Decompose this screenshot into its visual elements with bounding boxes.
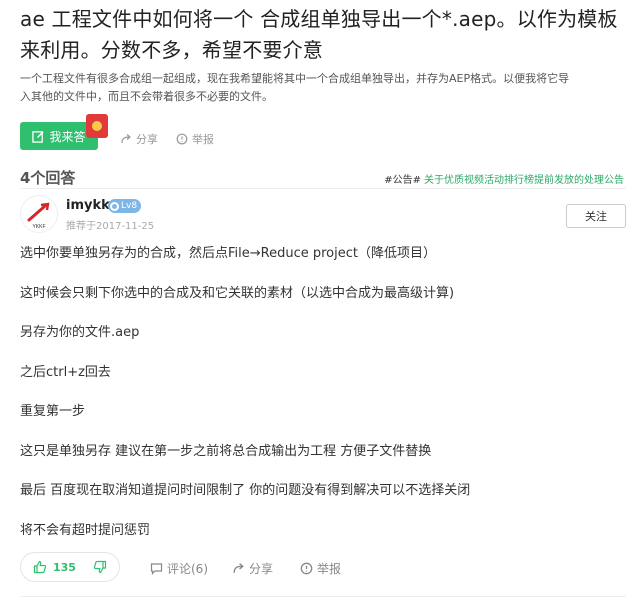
level-badge[interactable]: Lv8 xyxy=(108,199,142,213)
answer-line: 将不会有超时提问惩罚 xyxy=(20,523,151,538)
question-report-button[interactable]: 举报 xyxy=(176,131,214,147)
answer-line: 这时候会只剩下你选中的合成及和它关联的素材（以选中合成为最高级计算) xyxy=(20,286,455,301)
level-icon xyxy=(110,201,119,211)
answer-report-button[interactable]: 举报 xyxy=(300,560,341,577)
share-icon xyxy=(233,563,244,573)
answer-line: 另存为你的文件.aep xyxy=(20,325,140,340)
notice-link[interactable]: 关于优质视频活动排行榜提前发放的处理公告 xyxy=(424,171,624,186)
answer-report-label: 举报 xyxy=(317,562,342,576)
answer-line: 最后 百度现在取消知道提问时间限制了 你的问题没有得到解决可以不选择关闭 xyxy=(20,483,471,498)
level-text: Lv8 xyxy=(121,201,138,211)
answers-count: 4个回答 xyxy=(20,169,76,187)
notice-tag: #公告# xyxy=(384,175,421,186)
answer-button-label: 我来答 xyxy=(49,129,86,144)
red-envelope-icon[interactable] xyxy=(86,114,108,138)
upvote-button[interactable]: 135 xyxy=(33,560,76,574)
recommended-date: 推荐于2017-11-25 xyxy=(66,221,155,232)
comment-button[interactable]: 评论(6) xyxy=(150,560,208,577)
avatar-text: YKKF xyxy=(32,224,45,230)
footer-divider xyxy=(20,596,626,597)
notice: #公告# 关于优质视频活动排行榜提前发放的处理公告 xyxy=(384,171,624,186)
comment-label: 评论(6) xyxy=(167,562,208,576)
question-share-button[interactable]: 分享 xyxy=(120,131,158,147)
downvote-button[interactable] xyxy=(93,560,107,574)
report-icon xyxy=(300,562,313,575)
answer-line: 之后ctrl+z回去 xyxy=(20,365,111,380)
avatar-image: YKKF xyxy=(27,202,50,230)
header-divider xyxy=(20,188,626,189)
answer-share-label: 分享 xyxy=(249,562,274,576)
thumb-up-icon xyxy=(33,560,47,574)
avatar[interactable]: YKKF xyxy=(20,195,58,233)
comment-icon xyxy=(150,563,163,575)
username[interactable]: imykk xyxy=(66,198,110,213)
answer-share-button[interactable]: 分享 xyxy=(232,560,273,577)
question-desc-line2: 入其他的文件中，而且不会带着很多不必要的文件。 xyxy=(20,90,273,103)
answer-line: 重复第一步 xyxy=(20,404,86,419)
answer-line: 这只是单独另存 建议在第一步之前将总合成输出为工程 方便子文件替换 xyxy=(20,444,432,459)
follow-button[interactable]: 关注 xyxy=(566,204,626,228)
report-icon xyxy=(176,133,188,145)
vote-box: 135 xyxy=(20,552,120,582)
question-title-line2: 来利用。分数不多，希望不要介意 xyxy=(20,38,323,62)
question-share-label: 分享 xyxy=(136,133,158,146)
share-icon xyxy=(121,134,131,144)
thumb-down-icon xyxy=(93,560,107,574)
question-title-line1: ae 工程文件中如何将一个 合成组单独导出一个*.aep。以作为模板 xyxy=(20,7,618,31)
question-description: 一个工程文件有很多合成组一起组成，现在我希望能将其中一个合成组单独导出，并存为A… xyxy=(20,70,630,106)
edit-icon xyxy=(32,130,45,143)
answer-line: 选中你要单独另存为的合成，然后点File→Reduce project（降低项目… xyxy=(20,246,436,261)
vote-count: 135 xyxy=(53,560,76,574)
question-report-label: 举报 xyxy=(192,133,214,146)
question-title: ae 工程文件中如何将一个 合成组单独导出一个*.aep。以作为模板 来利用。分… xyxy=(20,4,630,66)
question-desc-line1: 一个工程文件有很多合成组一起组成，现在我希望能将其中一个合成组单独导出，并存为A… xyxy=(20,72,570,85)
